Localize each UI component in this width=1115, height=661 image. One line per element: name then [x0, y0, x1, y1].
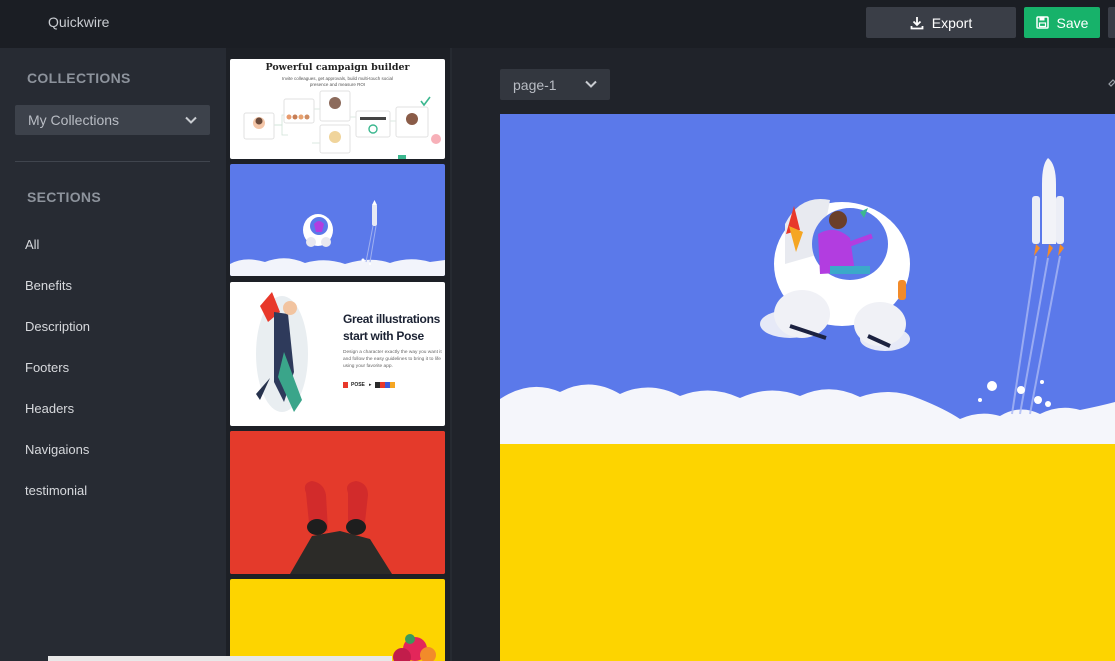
thumbnail-pose-illustrations[interactable]: Great illustrations start with Pose Desi… — [230, 282, 445, 426]
more-button[interactable] — [1108, 7, 1115, 38]
thumb1-subtitle-2: presence and measure ROI — [309, 82, 366, 87]
arrow-right-icon: ▸ — [369, 382, 372, 388]
sidebar-item-all[interactable]: All — [25, 237, 39, 252]
sidebar-item-navigations[interactable]: Navigaions — [25, 442, 89, 457]
thumbnail-campaign-builder[interactable]: Powerful campaign builder Invite colleag… — [230, 59, 445, 159]
thumb3-body-1: Design a character exactly the way you w… — [343, 350, 442, 355]
thumb3-body-2: and follow the easy guidelines to bring … — [343, 357, 441, 362]
link-icon[interactable] — [1107, 78, 1115, 88]
thumb1-title: Powerful campaign builder — [265, 62, 410, 73]
collections-dropdown[interactable]: My Collections — [15, 105, 210, 135]
sidebar-item-description[interactable]: Description — [25, 319, 90, 334]
thumb1-subtitle-1: Invite colleagues, get approvals, build … — [281, 76, 394, 81]
app-icons — [375, 382, 395, 388]
workflow-diagram-illustration — [243, 90, 441, 159]
sections-heading: SECTIONS — [27, 189, 101, 205]
flying-hero-illustration — [256, 292, 308, 412]
sidebar-divider — [15, 161, 210, 162]
save-button[interactable]: Save — [1024, 7, 1100, 38]
collections-selected: My Collections — [28, 112, 120, 128]
chevron-down-icon — [185, 116, 197, 124]
page-canvas[interactable] — [500, 114, 1115, 661]
flowers-photo — [393, 634, 436, 661]
red-shoes-photo — [230, 431, 445, 574]
save-label: Save — [1056, 14, 1089, 31]
thumb3-body-3: using your favorite app. — [343, 364, 393, 369]
sidebar-item-headers[interactable]: Headers — [25, 401, 74, 416]
export-label: Export — [931, 14, 973, 31]
thumb3-title-1: Great illustrations — [343, 312, 440, 326]
app-title: Quickwire — [48, 14, 110, 30]
pose-logo-icon — [343, 382, 348, 388]
horizontal-scrollbar[interactable] — [48, 656, 392, 661]
collections-heading: COLLECTIONS — [27, 70, 131, 86]
thumbnail-red-shoes[interactable] — [230, 431, 445, 574]
sidebar-item-testimonial[interactable]: testimonial — [25, 483, 87, 498]
sidebar-item-benefits[interactable]: Benefits — [25, 278, 72, 293]
thumbnail-yellow-flowers[interactable] — [230, 579, 445, 661]
editor-area: page-1 — [452, 48, 1115, 661]
floppy-disk-icon — [1035, 16, 1049, 29]
rocket-car-illustration — [230, 200, 445, 276]
download-icon — [910, 16, 924, 29]
thumbnail-list: Powerful campaign builder Invite colleag… — [226, 48, 450, 661]
top-bar: Quickwire Export Save — [0, 0, 1115, 48]
sidebar-item-footers[interactable]: Footers — [25, 360, 69, 375]
page-dropdown[interactable]: page-1 — [500, 69, 610, 100]
export-button[interactable]: Export — [866, 7, 1016, 38]
page-selected: page-1 — [513, 76, 557, 93]
sidebar: COLLECTIONS My Collections SECTIONS All … — [0, 48, 226, 661]
thumb3-brand: POSE — [351, 382, 365, 388]
rocket-car-hero-illustration — [500, 114, 1115, 661]
thumbnail-rocket-car[interactable] — [230, 164, 445, 276]
thumb3-title-2: start with Pose — [343, 329, 424, 343]
chevron-down-icon — [585, 80, 597, 88]
